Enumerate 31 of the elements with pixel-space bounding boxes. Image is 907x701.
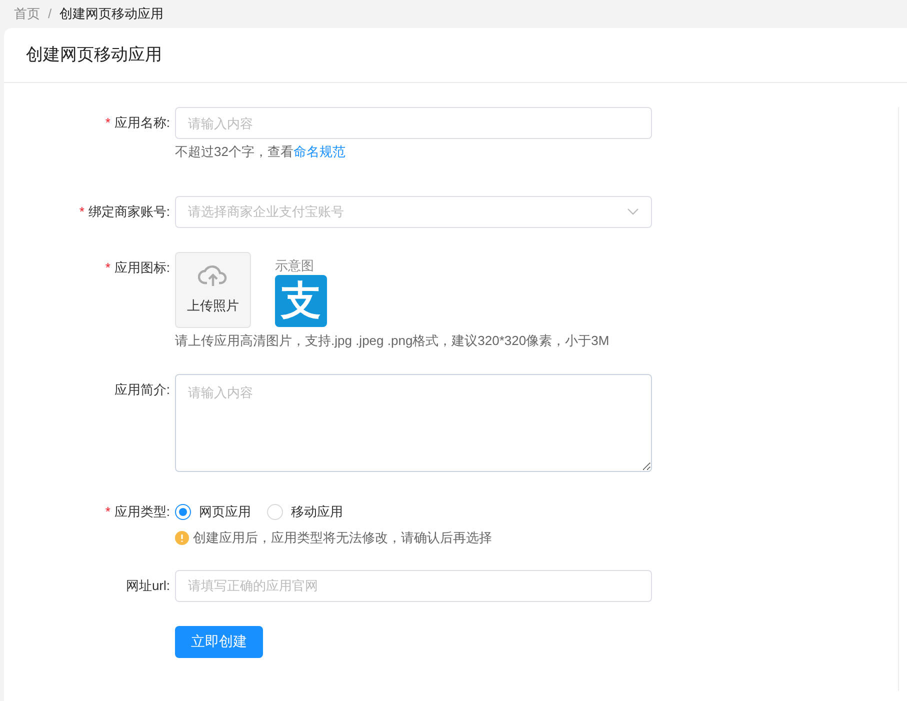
upload-photo-button[interactable]: 上传照片 bbox=[175, 252, 251, 328]
required-asterisk: * bbox=[105, 258, 110, 277]
radio-option[interactable]: 网页应用 bbox=[175, 502, 251, 522]
app-logo: 支 bbox=[275, 275, 327, 327]
field-label: 应用简介: bbox=[114, 381, 170, 400]
field-label: 绑定商家账号: bbox=[88, 202, 170, 221]
required-asterisk: * bbox=[79, 202, 84, 221]
breadcrumb-link[interactable]: 创建网页移动应用 bbox=[60, 4, 164, 24]
page-title: 创建网页移动应用 bbox=[26, 44, 162, 66]
select-placeholder: 请选择商家企业支付宝账号 bbox=[188, 202, 344, 221]
radio-label: 移动应用 bbox=[291, 503, 343, 522]
radio-option[interactable]: 移动应用 bbox=[267, 502, 343, 522]
warning-text: 创建应用后，应用类型将无法修改，请确认后再选择 bbox=[193, 529, 492, 547]
hint-text: 不超过32个字，查看 bbox=[175, 143, 294, 161]
field-label: 应用图标: bbox=[114, 258, 170, 277]
field-label: 应用名称: bbox=[114, 114, 170, 132]
text-field[interactable]: 请输入内容 bbox=[175, 107, 652, 139]
field-label: 应用类型: bbox=[114, 503, 170, 522]
warning-icon bbox=[175, 530, 189, 545]
field-label: 网址url: bbox=[126, 576, 170, 595]
text-field[interactable]: 请填写正确的应用官网 bbox=[175, 570, 652, 602]
radio-button[interactable] bbox=[175, 504, 191, 520]
sample-caption: 示意图 bbox=[275, 256, 315, 274]
required-asterisk: * bbox=[105, 114, 110, 132]
chevron-down-icon bbox=[627, 208, 639, 216]
breadcrumb-separator: / bbox=[48, 5, 52, 24]
description-field[interactable]: 请输入内容 bbox=[175, 374, 652, 472]
required-asterisk: * bbox=[105, 503, 110, 522]
radio-label: 网页应用 bbox=[199, 503, 251, 522]
hint-text: 请上传应用高清图片，支持.jpg .jpeg .png格式，建议320*320像素，小于3M bbox=[175, 332, 610, 350]
cloud-upload-icon bbox=[198, 264, 228, 288]
